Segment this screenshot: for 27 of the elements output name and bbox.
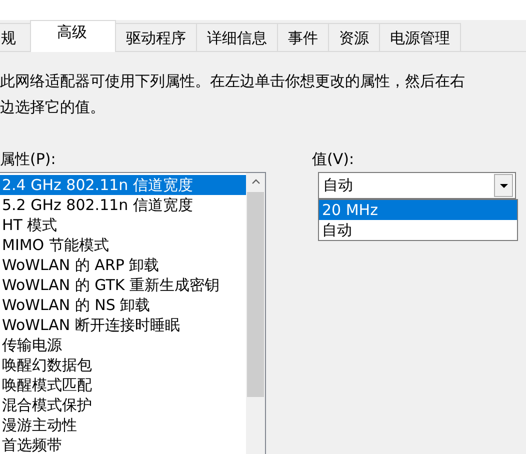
scrollbar[interactable]	[246, 173, 265, 454]
property-item[interactable]: 唤醒模式匹配	[0, 375, 246, 395]
property-item[interactable]: 混合模式保护	[0, 395, 246, 415]
property-item[interactable]: WoWLAN 断开连接时睡眠	[0, 315, 246, 335]
dropdown-option[interactable]: 20 MHz	[319, 200, 517, 220]
dropdown-option[interactable]: 自动	[319, 220, 517, 240]
property-list[interactable]: 2.4 GHz 802.11n 信道宽度 5.2 GHz 802.11n 信道宽度 HT 模式 MIMO 节能模式 WoWLAN 的 ARP 卸载 WoWLAN 的 GTK 重新生成密钥 WoWLAN 的 NS 卸载 WoWLAN 断开连接时睡眠 传输电源 唤醒幻数据包 唤醒模式匹配 混合模式保护 漫游主动性 首选频带	[0, 172, 266, 454]
dropdown-list[interactable]: 20 MHz 自动	[318, 199, 518, 241]
tab[interactable]: 电源管理	[379, 23, 461, 51]
property-item[interactable]: HT 模式	[0, 215, 246, 235]
property-item[interactable]: 传输电源	[0, 335, 246, 355]
property-item[interactable]: WoWLAN 的 ARP 卸载	[0, 255, 246, 275]
property-item[interactable]: MIMO 节能模式	[0, 235, 246, 255]
description-text: 此网络适配器可使用下列属性。在左边单击你想更改的属性，然后在右边选择它的值。	[0, 71, 466, 118]
dropdown-arrow-icon[interactable]	[500, 184, 508, 188]
tab[interactable]: 高级	[30, 20, 116, 52]
property-item[interactable]: 5.2 GHz 802.11n 信道宽度	[0, 195, 246, 215]
property-item[interactable]: 唤醒幻数据包	[0, 355, 246, 375]
value-label: 值(V):	[312, 150, 356, 170]
property-item[interactable]: 漫游主动性	[0, 415, 246, 435]
scroll-up-icon[interactable]	[252, 179, 260, 184]
scroll-thumb[interactable]	[247, 192, 264, 397]
property-item[interactable]: 首选频带	[0, 435, 246, 454]
property-item[interactable]: 2.4 GHz 802.11n 信道宽度	[0, 175, 246, 195]
property-item[interactable]: WoWLAN 的 GTK 重新生成密钥	[0, 275, 246, 295]
property-label: 属性(P):	[0, 150, 57, 170]
property-item[interactable]: WoWLAN 的 NS 卸载	[0, 295, 246, 315]
